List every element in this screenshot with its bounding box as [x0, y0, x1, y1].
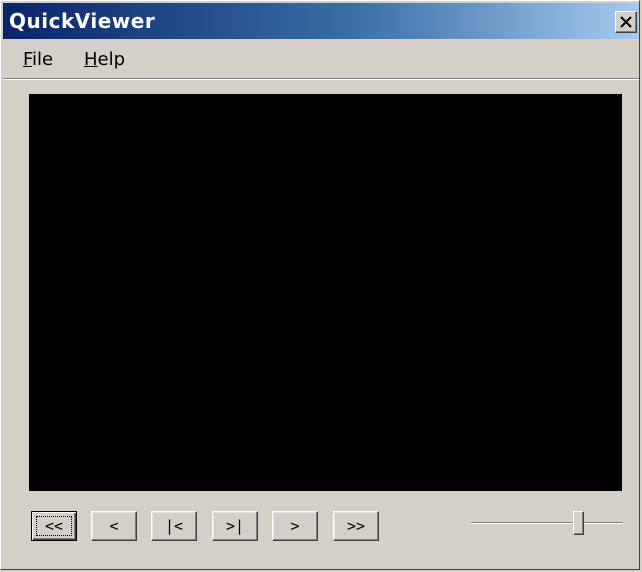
menu-bar: File Help	[3, 43, 639, 75]
focus-ring	[36, 516, 72, 536]
menu-file[interactable]: File	[23, 49, 53, 71]
close-x-icon	[620, 16, 632, 28]
go-to-start-label: |<	[164, 517, 184, 535]
previous-frame-label: <	[109, 517, 119, 535]
title-bar[interactable]: QuickViewer	[3, 3, 639, 39]
video-display[interactable]	[29, 94, 622, 491]
menu-help-rest: elp	[97, 49, 126, 70]
menu-file-accel: F	[23, 49, 33, 70]
next-frame-button[interactable]: >	[272, 511, 318, 541]
playback-slider[interactable]	[471, 509, 623, 541]
first-frame-button[interactable]: <<	[31, 511, 77, 541]
quickviewer-window: QuickViewer File Help << < |< >| > >>	[0, 0, 640, 570]
menu-help-accel: H	[84, 49, 98, 70]
close-button[interactable]	[615, 11, 637, 33]
go-to-end-label: >|	[225, 517, 245, 535]
slider-thumb[interactable]	[573, 511, 584, 535]
menu-help[interactable]: Help	[84, 49, 125, 71]
menu-file-rest: ile	[32, 49, 54, 70]
last-frame-button[interactable]: >>	[333, 511, 379, 541]
window-title: QuickViewer	[9, 9, 156, 33]
go-to-start-button[interactable]: |<	[151, 511, 197, 541]
last-frame-label: >>	[346, 517, 366, 535]
slider-track[interactable]	[471, 522, 623, 524]
previous-frame-button[interactable]: <	[91, 511, 137, 541]
menu-separator	[3, 78, 639, 80]
next-frame-label: >	[290, 517, 300, 535]
go-to-end-button[interactable]: >|	[212, 511, 258, 541]
